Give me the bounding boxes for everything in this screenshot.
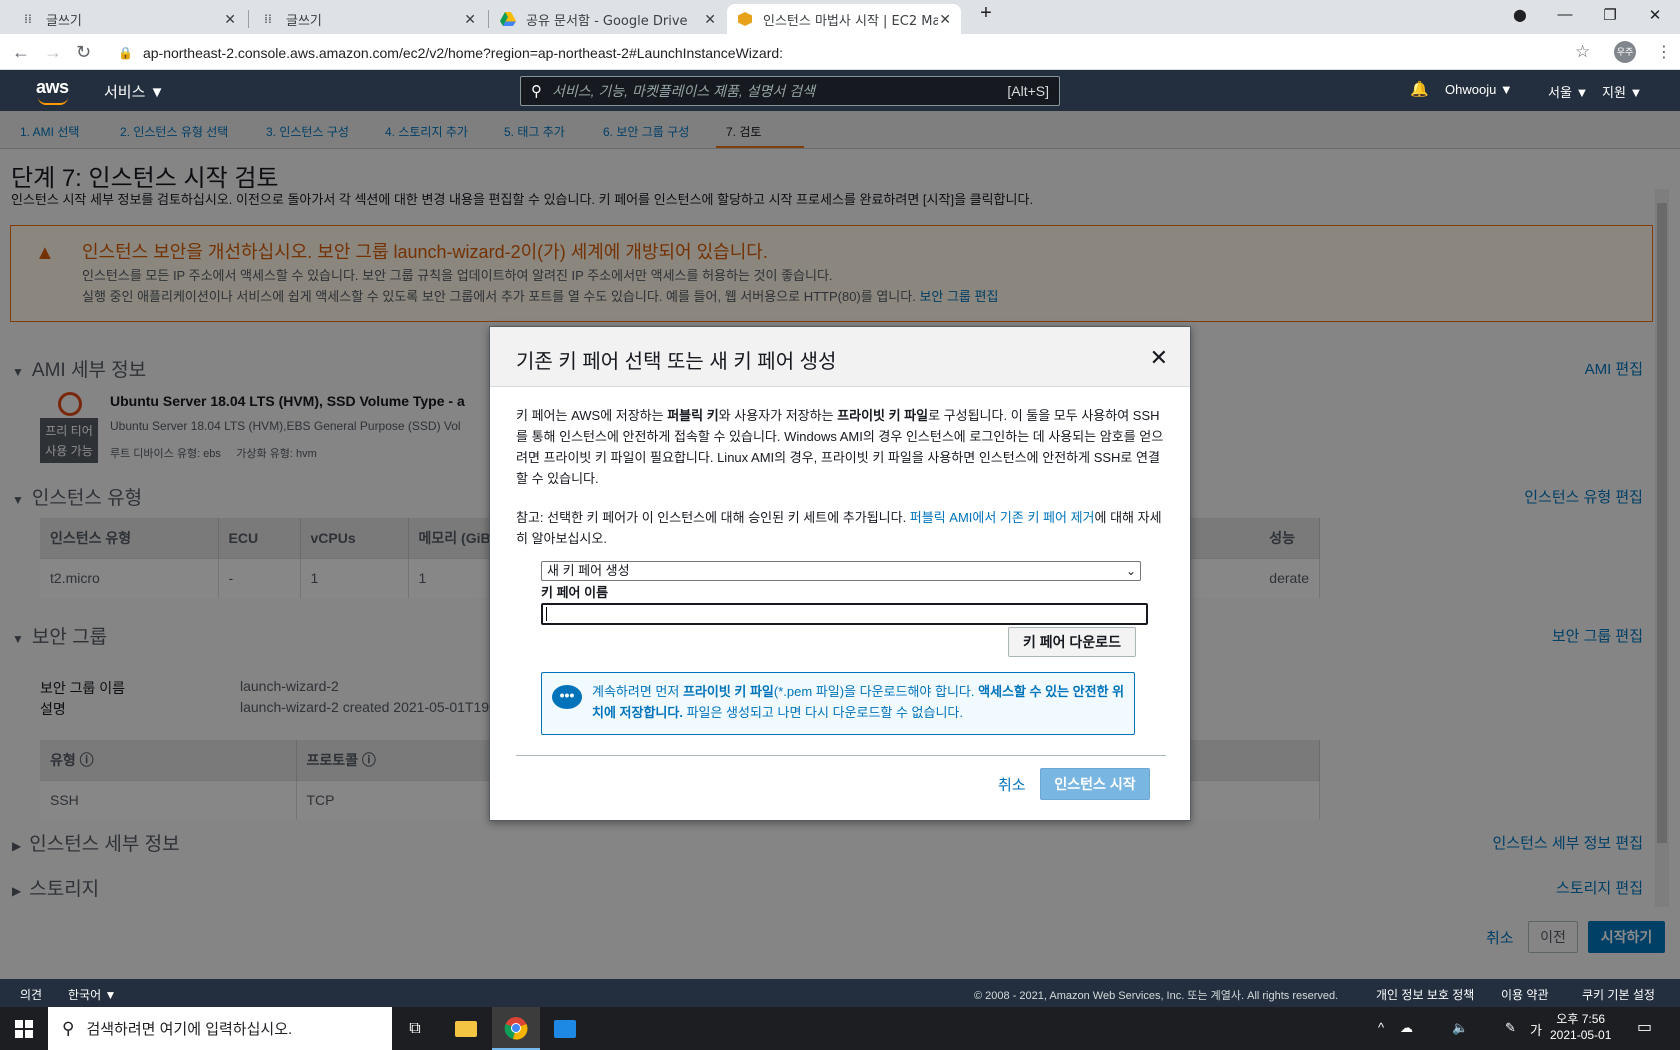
tab-label: 글쓰기 [46, 13, 82, 29]
search-placeholder: 서비스, 기능, 마켓플레이스 제품, 설명서 검색 [552, 83, 815, 99]
pen-icon[interactable]: ✎ [1505, 1020, 1516, 1036]
region-menu[interactable]: 서울 ▼ [1548, 82, 1588, 101]
browser-tab[interactable]: ⁞⁞ 글쓰기 ✕ [250, 4, 486, 34]
aws-icon [737, 11, 753, 27]
privacy-link[interactable]: 개인 정보 보호 정책 [1376, 986, 1474, 1003]
network-icon[interactable]: ☁ [1400, 1020, 1413, 1036]
aws-footer: 의견 한국어 ▼ © 2008 - 2021, Amazon Web Servi… [0, 979, 1680, 1007]
lock-icon: 🔒 [118, 46, 133, 60]
reload-icon[interactable]: ↻ [76, 42, 91, 63]
menu-icon[interactable]: ⋮ [1656, 42, 1672, 62]
key-pair-select[interactable]: 새 키 페어 생성 ⌄ [541, 561, 1141, 581]
dialog-header: 기존 키 페어 선택 또는 새 키 페어 생성 ✕ [490, 327, 1190, 387]
tab-label: 글쓰기 [286, 13, 322, 29]
info-text: 계속하려면 먼저 프라이빗 키 파일(*.pem 파일)을 다운로드해야 합니다… [592, 684, 1125, 720]
browser-tab[interactable]: 공유 문서함 - Google Drive ✕ [490, 4, 726, 34]
search-placeholder: 검색하려면 여기에 입력하십시오. [86, 1021, 293, 1038]
chevron-up-icon[interactable]: ^ [1378, 1020, 1384, 1035]
info-alert: ••• 계속하려면 먼저 프라이빗 키 파일(*.pem 파일)을 다운로드해야… [541, 672, 1135, 735]
windows-start-icon[interactable] [15, 1020, 33, 1038]
search-shortcut: [Alt+S] [1007, 83, 1049, 99]
browser-tab-active[interactable]: 인스턴스 마법사 시작 | EC2 Mar ✕ [727, 4, 961, 34]
tab-search-icon[interactable]: ⬤ [1500, 8, 1540, 22]
bookmark-star-icon[interactable]: ☆ [1575, 42, 1590, 62]
maximize-icon[interactable]: ❐ [1590, 6, 1630, 24]
forward-icon[interactable]: → [44, 42, 62, 63]
tab-label: 공유 문서함 - Google Drive [526, 13, 688, 29]
chevron-down-icon: ⌄ [1125, 564, 1136, 578]
drive-icon [500, 11, 516, 27]
task-view-icon[interactable]: ⧉ [400, 1015, 430, 1043]
support-menu[interactable]: 지원 ▼ [1602, 82, 1642, 101]
key-pair-name-label: 키 페어 이름 [541, 585, 609, 600]
close-icon[interactable]: ✕ [939, 12, 951, 28]
file-explorer-icon[interactable] [451, 1015, 481, 1043]
aws-header: aws 서비스 ▼ ⚲ 서비스, 기능, 마켓플레이스 제품, 설명서 검색 [… [0, 70, 1680, 111]
close-icon[interactable]: ✕ [1150, 345, 1168, 371]
close-icon[interactable]: ✕ [464, 12, 476, 28]
dialog-cancel-button[interactable]: 취소 [998, 774, 1026, 795]
copyright: © 2008 - 2021, Amazon Web Services, Inc.… [974, 990, 1339, 1002]
search-icon: ⚲ [531, 83, 542, 100]
url-field[interactable]: 🔒 ap-northeast-2.console.aws.amazon.com/… [118, 40, 1623, 66]
taskbar-search[interactable]: ⚲ 검색하려면 여기에 입력하십시오. [48, 1007, 392, 1050]
ime-indicator[interactable]: 가 [1530, 1020, 1542, 1039]
launch-instances-button[interactable]: 인스턴스 시작 [1040, 768, 1150, 800]
address-bar: ← → ↻ 🔒 ap-northeast-2.console.aws.amazo… [0, 34, 1680, 70]
language-select[interactable]: 한국어 ▼ [68, 986, 116, 1003]
search-input[interactable]: ⚲ 서비스, 기능, 마켓플레이스 제품, 설명서 검색 [Alt+S] [520, 76, 1060, 106]
divider [516, 755, 1166, 756]
feedback-link[interactable]: 의견 [20, 986, 42, 1003]
bell-icon[interactable]: 🔔 [1410, 80, 1429, 98]
remove-key-pair-link[interactable]: 퍼블릭 AMI에서 기존 키 페어 제거 [910, 510, 1095, 525]
close-icon[interactable]: ✕ [704, 12, 716, 28]
search-icon: ⚲ [62, 1018, 75, 1038]
cookies-link[interactable]: 쿠키 기본 설정 [1582, 986, 1655, 1003]
windows-taskbar: ⚲ 검색하려면 여기에 입력하십시오. ⧉ ^ ☁ 🔈 ✎ 가 오후 7:56 2… [0, 1007, 1680, 1050]
dialog-description: 키 페어는 AWS에 저장하는 퍼블릭 키와 사용자가 저장하는 프라이빗 키 … [516, 408, 1164, 486]
dots-icon: ⁞⁞ [24, 12, 32, 26]
browser-tab-bar: ⁞⁞ 글쓰기 ✕ ⁞⁞ 글쓰기 ✕ 공유 문서함 - Google Drive … [0, 0, 1680, 34]
avatar[interactable]: 우주 [1614, 41, 1636, 63]
chat-bubble-icon: ••• [552, 685, 582, 709]
key-pair-name-input[interactable] [541, 603, 1148, 625]
tab-label: 인스턴스 마법사 시작 | EC2 Mar [763, 13, 938, 29]
browser-tab[interactable]: ⁞⁞ 글쓰기 ✕ [10, 4, 246, 34]
notification-icon[interactable]: ▭ [1637, 1017, 1652, 1037]
volume-icon[interactable]: 🔈 [1452, 1020, 1468, 1036]
url-text: ap-northeast-2.console.aws.amazon.com/ec… [142, 45, 784, 61]
terms-link[interactable]: 이용 약관 [1501, 986, 1549, 1003]
aws-logo[interactable]: aws [36, 77, 69, 105]
dots-icon: ⁞⁞ [264, 12, 272, 26]
dialog-title: 기존 키 페어 선택 또는 새 키 페어 생성 [516, 351, 837, 373]
services-menu[interactable]: 서비스 ▼ [104, 81, 164, 102]
new-tab-icon[interactable]: + [966, 2, 1006, 25]
chrome-icon[interactable] [492, 1007, 540, 1050]
dialog-note: 참고: 선택한 키 페어가 이 인스턴스에 대해 승인된 키 세트에 추가됩니다… [516, 510, 1162, 546]
minimize-icon[interactable]: — [1545, 6, 1585, 23]
back-icon[interactable]: ← [12, 42, 30, 63]
key-pair-dialog: 기존 키 페어 선택 또는 새 키 페어 생성 ✕ 키 페어는 AWS에 저장하… [489, 326, 1191, 821]
media-player-icon[interactable] [550, 1015, 580, 1043]
close-icon[interactable]: ✕ [224, 12, 236, 28]
window-close-icon[interactable]: ✕ [1635, 6, 1675, 24]
user-menu[interactable]: Ohwooju ▼ [1445, 82, 1513, 97]
taskbar-clock[interactable]: 오후 7:56 2021-05-01 [1550, 1011, 1611, 1043]
download-key-pair-button[interactable]: 키 페어 다운로드 [1008, 627, 1136, 657]
